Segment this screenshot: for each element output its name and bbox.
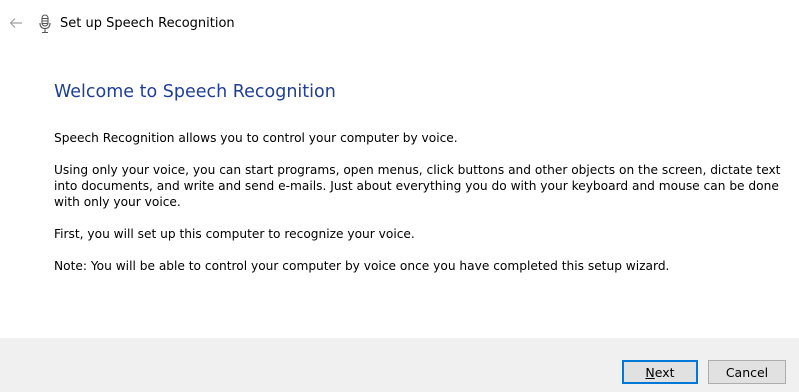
window-title: Set up Speech Recognition xyxy=(60,16,235,31)
page-heading: Welcome to Speech Recognition xyxy=(54,82,336,102)
intro-paragraph: Speech Recognition allows you to control… xyxy=(54,131,458,145)
back-arrow-icon xyxy=(9,18,22,28)
back-button[interactable] xyxy=(6,13,26,33)
cancel-button[interactable]: Cancel xyxy=(708,360,786,384)
note-paragraph: Note: You will be able to control your c… xyxy=(54,259,670,273)
title-bar: Set up Speech Recognition xyxy=(0,0,799,48)
first-step-paragraph: First, you will set up this computer to … xyxy=(54,227,415,241)
content-area: Speech Recognition allows you to control… xyxy=(54,130,789,290)
next-label: ext xyxy=(654,364,675,380)
microphone-icon xyxy=(39,14,51,34)
button-bar: Next Cancel xyxy=(0,338,799,392)
next-button[interactable]: Next xyxy=(622,360,698,384)
next-access-key: N xyxy=(645,364,655,380)
description-paragraph: Using only your voice, you can start pro… xyxy=(54,163,781,209)
